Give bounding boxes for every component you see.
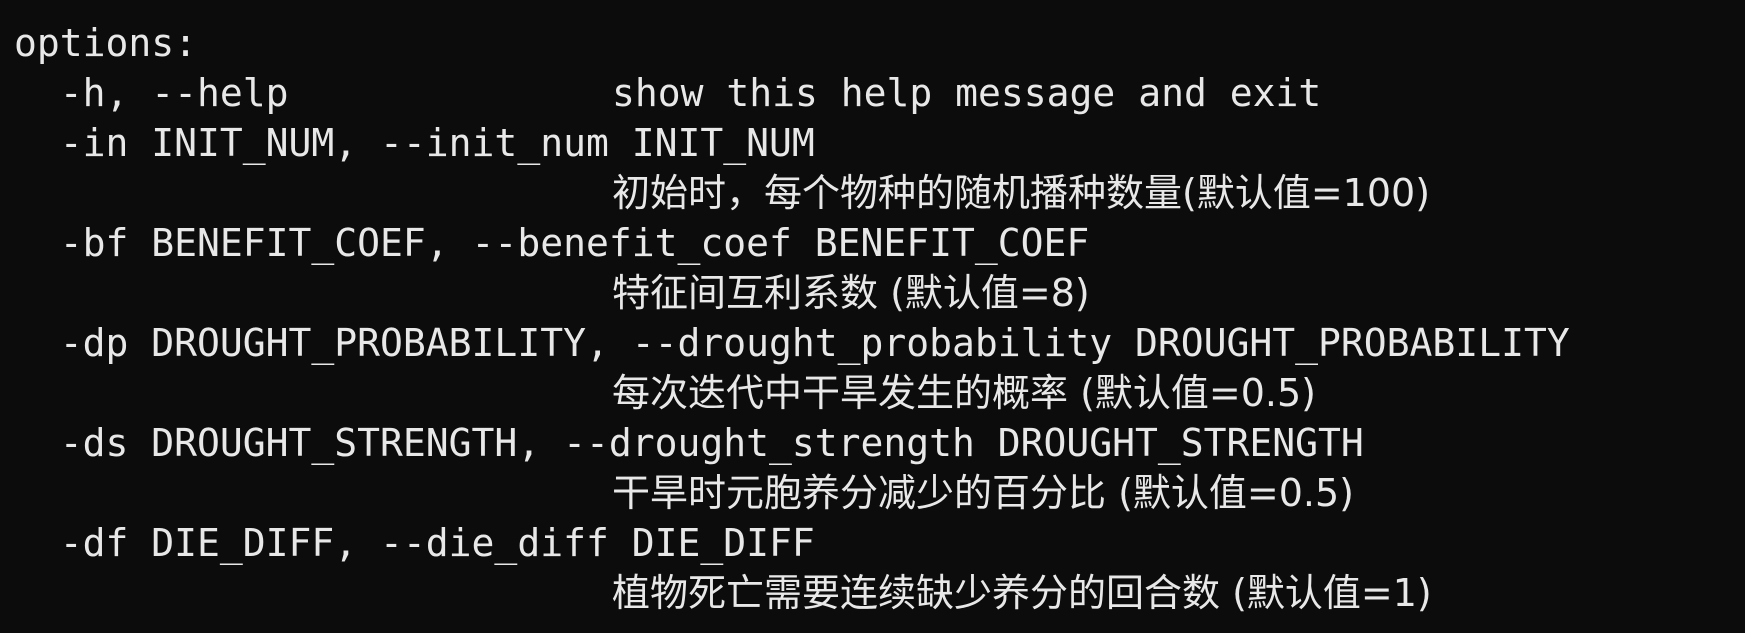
- option-die-diff-flags: -df DIE_DIFF, --die_diff DIE_DIFF: [14, 521, 815, 565]
- option-help-flags: -h, --help: [14, 71, 289, 115]
- option-die-diff-description: 植物死亡需要连续缺少养分的回合数 (默认值=1): [612, 571, 1432, 615]
- option-help-description: show this help message and exit: [612, 71, 1322, 115]
- option-init-num-description: 初始时，每个物种的随机播种数量(默认值=100): [612, 171, 1431, 215]
- option-drought-strength-description: 干旱时元胞养分减少的百分比 (默认值=0.5): [612, 471, 1355, 515]
- option-drought-probability-description: 每次迭代中干旱发生的概率 (默认值=0.5): [612, 371, 1317, 415]
- option-benefit-coef-description: 特征间互利系数 (默认值=8): [612, 271, 1090, 315]
- option-drought-probability-flags: -dp DROUGHT_PROBABILITY, --drought_proba…: [14, 321, 1570, 365]
- options-heading: options:: [14, 21, 198, 65]
- option-benefit-coef-flags: -bf BENEFIT_COEF, --benefit_coef BENEFIT…: [14, 221, 1090, 265]
- option-init-num-flags: -in INIT_NUM, --init_num INIT_NUM: [14, 121, 815, 165]
- option-drought-strength-flags: -ds DROUGHT_STRENGTH, --drought_strength…: [14, 421, 1364, 465]
- terminal-window[interactable]: options: -h, --help show this help messa…: [0, 0, 1745, 633]
